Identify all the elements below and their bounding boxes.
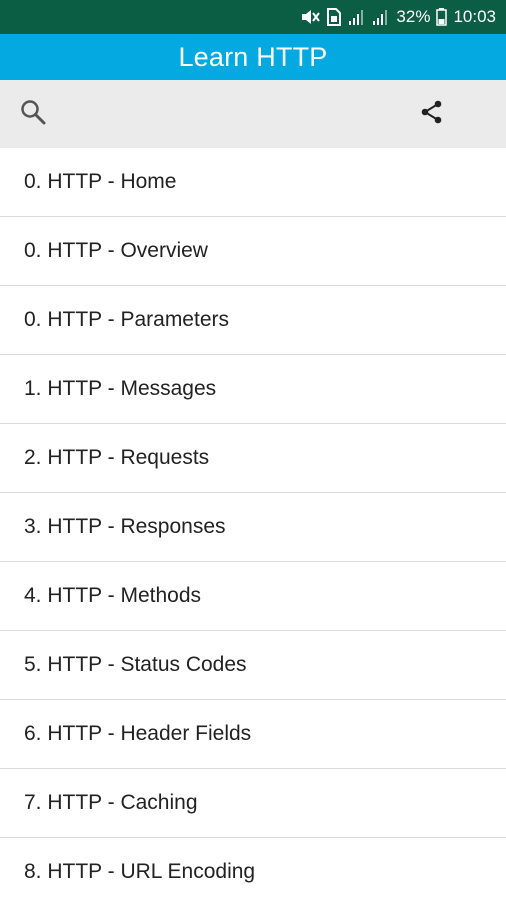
- list-item[interactable]: 3. HTTP - Responses: [0, 493, 506, 562]
- share-button[interactable]: [416, 98, 448, 130]
- toolbar: [0, 80, 506, 148]
- app-title: Learn HTTP: [178, 41, 328, 72]
- search-icon: [19, 98, 47, 131]
- list-item[interactable]: 7. HTTP - Caching: [0, 769, 506, 838]
- app-bar: Learn HTTP: [0, 34, 506, 80]
- list-item[interactable]: 4. HTTP - Methods: [0, 562, 506, 631]
- list-item[interactable]: 0. HTTP - Overview: [0, 217, 506, 286]
- battery-icon: [436, 8, 448, 26]
- list-item[interactable]: 2. HTTP - Requests: [0, 424, 506, 493]
- list-item[interactable]: 5. HTTP - Status Codes: [0, 631, 506, 700]
- battery-percent: 32%: [396, 7, 431, 26]
- list-item[interactable]: 1. HTTP - Messages: [0, 355, 506, 424]
- share-icon: [419, 99, 445, 130]
- signal-icon: [348, 8, 366, 26]
- sim-icon: [326, 8, 342, 26]
- status-bar: 32% 10:03: [0, 0, 506, 34]
- search-button[interactable]: [17, 98, 49, 130]
- list-item[interactable]: 6. HTTP - Header Fields: [0, 700, 506, 769]
- status-time: 10:03: [453, 7, 496, 26]
- list-item[interactable]: 0. HTTP - Parameters: [0, 286, 506, 355]
- topic-list: 0. HTTP - Home 0. HTTP - Overview 0. HTT…: [0, 148, 506, 900]
- list-item[interactable]: 0. HTTP - Home: [0, 148, 506, 217]
- signal-icon: [372, 8, 390, 26]
- mute-icon: [300, 8, 321, 26]
- list-item[interactable]: 8. HTTP - URL Encoding: [0, 838, 506, 900]
